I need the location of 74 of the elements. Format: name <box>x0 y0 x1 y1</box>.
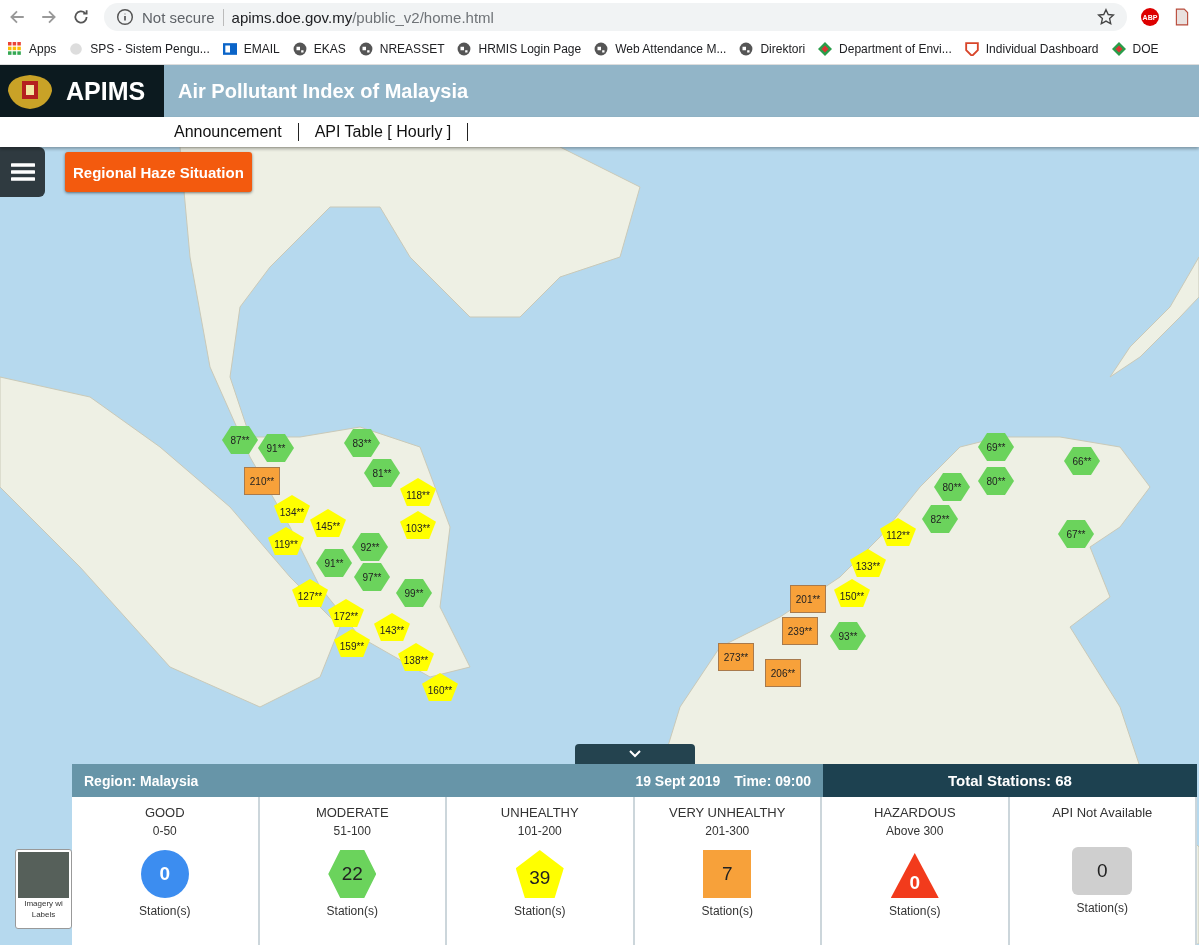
category-name: UNHEALTHY <box>500 805 579 820</box>
bookmark-link[interactable]: HRMIS Login Page <box>457 42 582 56</box>
nav-link[interactable]: Announcement <box>174 123 299 141</box>
bookmark-link[interactable]: SPS - Sistem Pengu... <box>69 42 210 56</box>
forward-arrow-icon[interactable] <box>40 8 58 26</box>
menu-icon <box>10 162 35 182</box>
diamond-icon <box>1111 42 1126 56</box>
station-count-label: Station(s) <box>701 904 753 918</box>
station-marker[interactable]: 210** <box>244 467 280 495</box>
station-count-label: Station(s) <box>139 904 191 918</box>
page-icon <box>69 42 84 56</box>
category-range: Above 300 <box>886 824 944 838</box>
basemap-toggle[interactable]: Imagery wi Labels <box>15 849 72 929</box>
globe-icon <box>594 42 609 56</box>
bookmark-link[interactable]: Web Attendance M... <box>594 42 727 56</box>
bookmark-link[interactable]: Individual Dashboard <box>964 42 1099 56</box>
photo-placeholder <box>18 852 69 898</box>
total-stations-label: Total Stations: 68 <box>823 764 1197 797</box>
document-icon[interactable] <box>1173 8 1191 26</box>
back-arrow-icon[interactable] <box>8 8 26 26</box>
station-marker[interactable]: 206** <box>765 659 801 687</box>
basemap-label: Labels <box>31 909 56 920</box>
square-icon: 7 <box>703 850 752 898</box>
menu-button[interactable] <box>0 147 45 197</box>
category-name: VERY UNHEALTHY <box>669 805 786 820</box>
good-icon: 0 <box>140 850 189 898</box>
address-bar[interactable]: Not secure apims.doe.gov.my/public_v2/home.html <box>104 3 1127 31</box>
globe-icon <box>739 42 754 56</box>
station-marker[interactable]: 87** <box>222 426 258 454</box>
category-name: HAZARDOUS <box>873 805 956 820</box>
chevron-down-icon <box>629 750 641 758</box>
category-range: 201-300 <box>705 824 750 838</box>
brand-name: APIMS <box>66 76 146 106</box>
time-label: Time: 09:00 <box>734 772 811 789</box>
category-range: 0-50 <box>152 824 177 838</box>
category-name: MODERATE <box>315 805 389 820</box>
bookmark-link[interactable]: Direktori <box>739 42 806 56</box>
station-marker[interactable]: 201** <box>790 585 826 613</box>
category-range: 51-100 <box>333 824 371 838</box>
nav-link[interactable]: API Table [ Hourly ] <box>298 123 469 141</box>
info-icon <box>116 8 134 26</box>
station-count-label: Station(s) <box>889 904 941 918</box>
station-marker[interactable]: 273** <box>718 643 754 671</box>
bookmark-link[interactable]: Apps <box>8 42 57 56</box>
region-label: Region: Malaysia <box>84 772 199 789</box>
globe-icon <box>457 42 472 56</box>
reload-icon[interactable] <box>72 8 90 26</box>
url-host: apims.doe.gov.my <box>231 8 353 26</box>
globe-icon <box>292 42 307 56</box>
bookmark-link[interactable]: DOE <box>1111 42 1159 56</box>
apps-grid-icon <box>8 42 22 56</box>
station-count-label: Station(s) <box>514 904 566 918</box>
date-label: 19 Sept 2019 <box>635 772 721 789</box>
station-count-label: Station(s) <box>1076 901 1128 915</box>
station-count-label: Station(s) <box>326 904 378 918</box>
bookmark-link[interactable]: Department of Envi... <box>818 42 952 56</box>
diamond-icon <box>818 42 833 56</box>
star-icon[interactable] <box>1097 8 1115 26</box>
url-path: /public_v2/home.html <box>352 8 494 26</box>
mail-icon <box>222 42 237 56</box>
shield-icon <box>964 42 979 56</box>
site-title: Air Pollutant Index of Malaysia <box>178 79 469 103</box>
globe-icon <box>358 42 373 56</box>
bookmark-link[interactable]: EKAS <box>292 42 346 56</box>
security-label: Not secure <box>142 8 224 26</box>
rounded-square-icon: 0 <box>1072 847 1133 895</box>
bookmark-link[interactable]: EMAIL <box>222 42 280 56</box>
category-name: API Not Available <box>1052 805 1153 820</box>
station-marker[interactable]: 160** <box>422 673 458 701</box>
station-marker[interactable]: 239** <box>782 617 818 645</box>
basemap-label: Imagery wi <box>24 898 63 909</box>
category-range: 101-200 <box>517 824 562 838</box>
category-name: GOOD <box>144 805 185 820</box>
bookmark-link[interactable]: NREASSET <box>358 42 445 56</box>
